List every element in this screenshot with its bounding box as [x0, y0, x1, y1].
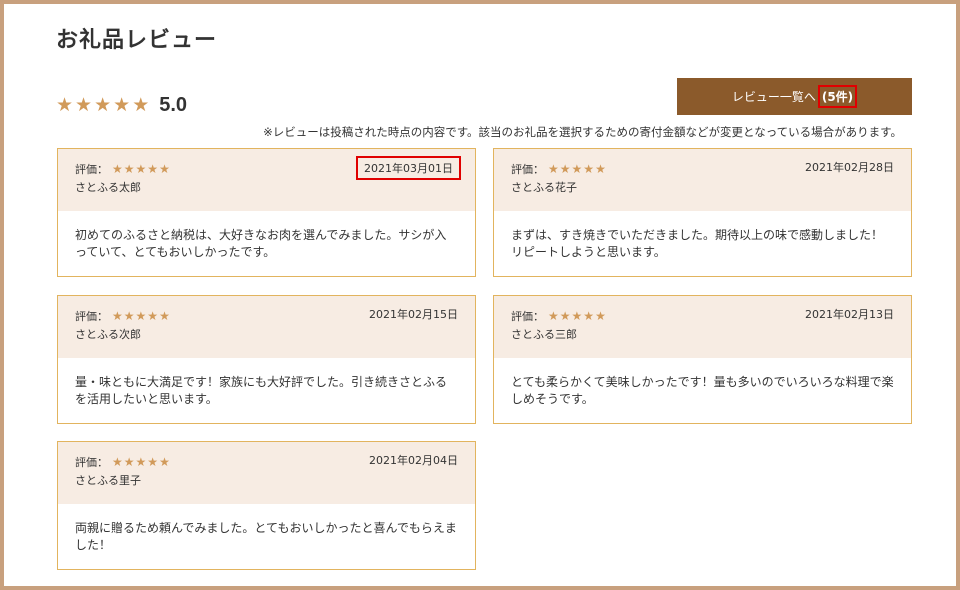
- review-text: 両親に贈るため頼んでみました。とてもおいしかったと喜んでもらえました！: [75, 521, 457, 552]
- page-frame: お礼品レビュー ★ ★ ★ ★ ★ 5.0 レビュー一覧へ (5件) ※レビュー…: [0, 0, 960, 590]
- review-card: 評価： ★ ★ ★ ★ ★ さとふる里子 2021年02月04日 両親に贈るため頼んでみ…: [57, 441, 476, 570]
- review-text: 初めてのふるさと納税は、大好きなお肉を選んでみました。サシが入っていて、とてもお…: [75, 228, 447, 259]
- review-card-header: 評価： ★ ★ ★ ★ ★ さとふる花子 2021年02月28日: [494, 149, 911, 211]
- star-icon: ★: [159, 162, 170, 176]
- star-icon: ★: [571, 309, 583, 323]
- star-icon: ★: [135, 455, 147, 469]
- review-date: 2021年02月13日: [805, 308, 894, 321]
- star-icon: ★: [548, 162, 559, 176]
- review-rating: 評価： ★ ★ ★ ★ ★: [511, 161, 607, 177]
- review-card-header: 評価： ★ ★ ★ ★ ★ さとふる里子 2021年02月04日: [58, 442, 475, 504]
- review-date: 2021年02月04日: [369, 454, 458, 467]
- star-icon: ★: [113, 94, 131, 116]
- star-icon: ★: [159, 455, 170, 469]
- review-rating: 評価： ★ ★ ★ ★ ★: [75, 308, 171, 324]
- review-card: 評価： ★ ★ ★ ★ ★ さとふる次郎 2021年02月15日 量・味ともに大満足です…: [57, 295, 476, 424]
- star-icon: ★: [159, 309, 170, 323]
- review-card: 評価： ★ ★ ★ ★ ★ さとふる花子 2021年02月28日 まずは、すき焼きでいた…: [493, 148, 912, 277]
- reviewer-name: さとふる次郎: [75, 328, 141, 341]
- review-text: まずは、すき焼きでいただきました。期待以上の味で感動しました！リピートしようと思…: [511, 228, 884, 259]
- review-list-button[interactable]: レビュー一覧へ (5件): [677, 78, 912, 115]
- review-date: 2021年02月28日: [805, 161, 894, 174]
- star-icon: ★: [75, 94, 93, 116]
- star-icon: ★: [595, 162, 606, 176]
- star-icon: ★: [123, 162, 135, 176]
- review-text: とても柔らかくて美味しかったです！量も多いのでいろいろな料理で楽しめそうです。: [511, 375, 894, 406]
- star-icon: ★: [147, 162, 159, 176]
- star-icon: ★: [132, 94, 150, 116]
- review-card-header: 評価： ★ ★ ★ ★ ★ さとふる三郎 2021年02月13日: [494, 296, 911, 358]
- review-card: 評価： ★ ★ ★ ★ ★ さとふる太郎 2021年03月01日 初めてのふるさと納税は…: [57, 148, 476, 277]
- star-icon: ★: [135, 162, 147, 176]
- star-icon: ★: [56, 94, 74, 116]
- review-text: 量・味ともに大満足です！家族にも大好評でした。引き続きさとふるを活用したいと思い…: [75, 375, 448, 406]
- review-rating: 評価： ★ ★ ★ ★ ★: [75, 454, 171, 470]
- reviewer-name: さとふる太郎: [75, 181, 141, 194]
- star-icon: ★: [94, 94, 112, 116]
- star-icon: ★: [123, 309, 135, 323]
- star-icon: ★: [147, 309, 159, 323]
- star-icon: ★: [571, 162, 583, 176]
- review-list-button-label: レビュー一覧へ: [731, 90, 816, 104]
- star-icon: ★: [583, 162, 595, 176]
- star-icon: ★: [135, 309, 147, 323]
- review-card: 評価： ★ ★ ★ ★ ★ さとふる三郎 2021年02月13日 とても柔らかくて美味し…: [493, 295, 912, 424]
- page-title: お礼品レビュー: [56, 28, 218, 53]
- rating-label: 評価：: [511, 310, 544, 323]
- reviewer-name: さとふる里子: [75, 474, 141, 487]
- star-icon: ★: [123, 455, 135, 469]
- review-rating: 評価： ★ ★ ★ ★ ★: [75, 161, 171, 177]
- review-card-header: 評価： ★ ★ ★ ★ ★ さとふる次郎 2021年02月15日: [58, 296, 475, 358]
- star-icon: ★: [583, 309, 595, 323]
- average-score: 5.0: [159, 94, 188, 116]
- review-date: 2021年03月01日: [356, 156, 461, 180]
- reviewer-name: さとふる三郎: [511, 328, 577, 341]
- star-icon: ★: [112, 162, 123, 176]
- rating-label: 評価：: [75, 310, 108, 323]
- rating-label: 評価：: [75, 163, 108, 176]
- review-card-header: 評価： ★ ★ ★ ★ ★ さとふる太郎 2021年03月01日: [58, 149, 475, 211]
- rating-summary: ★ ★ ★ ★ ★ 5.0: [56, 94, 187, 117]
- star-icon: ★: [559, 162, 571, 176]
- reviewer-name: さとふる花子: [511, 181, 577, 194]
- star-icon: ★: [559, 309, 571, 323]
- review-rating: 評価： ★ ★ ★ ★ ★: [511, 308, 607, 324]
- star-icon: ★: [548, 309, 559, 323]
- star-icon: ★: [595, 309, 606, 323]
- star-icon: ★: [112, 309, 123, 323]
- star-icon: ★: [147, 455, 159, 469]
- review-note: ※レビューは投稿された時点の内容です。該当のお礼品を選択するための寄付金額などが…: [263, 125, 902, 139]
- rating-label: 評価：: [511, 163, 544, 176]
- rating-label: 評価：: [75, 456, 108, 469]
- review-count: (5件): [817, 85, 858, 108]
- review-date: 2021年02月15日: [369, 308, 458, 321]
- average-stars: ★ ★ ★ ★ ★: [56, 96, 149, 115]
- star-icon: ★: [112, 455, 123, 469]
